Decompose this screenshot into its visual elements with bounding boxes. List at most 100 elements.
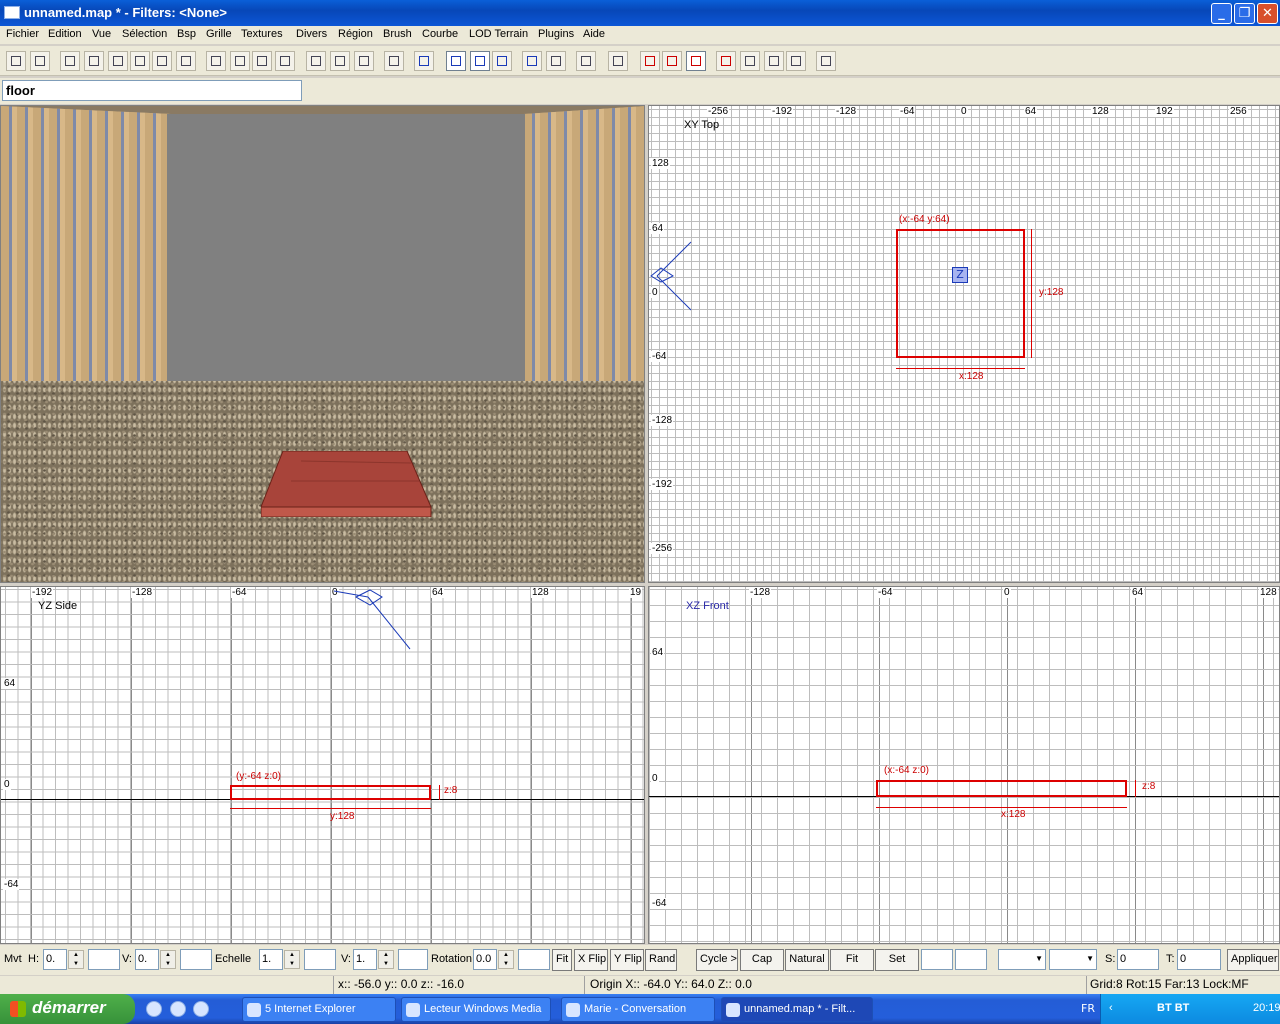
show-entities-icon[interactable] (764, 51, 784, 71)
csg-merge-icon[interactable] (330, 51, 350, 71)
v-shift-step-field[interactable] (180, 949, 212, 970)
open-icon[interactable] (6, 51, 26, 71)
close-button[interactable]: ✕ (1257, 3, 1278, 24)
app-icon[interactable] (4, 6, 20, 19)
xz-front-viewport[interactable]: XZ Front -128 -64 0 64 128 64 0 -64 (x:-… (648, 586, 1280, 944)
eye-icon[interactable] (816, 51, 836, 71)
menu-textures[interactable]: Textures (241, 28, 283, 40)
menu-plugins[interactable]: Plugins (538, 28, 574, 40)
patch-dropdown-2[interactable] (1049, 949, 1097, 970)
rotate-tool-icon[interactable] (522, 51, 542, 71)
rotation-step-field[interactable] (518, 949, 550, 970)
show-names-icon[interactable] (786, 51, 806, 71)
yz-side-viewport[interactable]: YZ Side -192 -128 -64 0 64 128 19 64 0 -… (0, 586, 645, 944)
menu-vue[interactable]: Vue (92, 28, 111, 40)
plugin-icon[interactable] (740, 51, 760, 71)
minimize-button[interactable]: _ (1211, 3, 1232, 24)
scale-h-field[interactable]: 1. (259, 949, 283, 970)
menu-brush[interactable]: Brush (383, 28, 412, 40)
t-field[interactable]: 0 (1177, 949, 1221, 970)
task-internet-explorer[interactable]: 5 Internet Explorer (242, 997, 396, 1022)
patch-width-field[interactable] (921, 949, 953, 970)
v-shift-spinner[interactable]: ▲ ▼ (160, 950, 176, 969)
flip-x-icon[interactable] (60, 51, 80, 71)
task-radiant[interactable]: unnamed.map * - Filt... (721, 997, 873, 1022)
rotate-x-icon[interactable] (84, 51, 104, 71)
scale-y-icon[interactable] (608, 51, 628, 71)
rand-button[interactable]: Rand (645, 949, 677, 971)
csg-subtract-icon[interactable] (306, 51, 326, 71)
scale-h-step-field[interactable] (304, 949, 336, 970)
brush-block-3d[interactable] (261, 451, 433, 517)
z-marker-icon[interactable]: Z (952, 267, 968, 283)
cube-clip-icon[interactable] (492, 51, 512, 71)
natural-button[interactable]: Natural (785, 949, 829, 971)
x-flip-button[interactable]: X Flip (574, 949, 608, 971)
scale-h-spinner[interactable]: ▲ ▼ (284, 950, 300, 969)
fit-button[interactable]: Fit (552, 949, 572, 971)
cap-button[interactable]: Cap (740, 949, 784, 971)
rotate-y-icon[interactable] (130, 51, 150, 71)
menu-region[interactable]: Région (338, 28, 373, 40)
set-button[interactable]: Set (875, 949, 919, 971)
rotation-field[interactable]: 0.0 (473, 949, 497, 970)
selected-brush-outline[interactable] (896, 229, 1025, 358)
h-shift-spinner[interactable]: ▲ ▼ (68, 950, 84, 969)
menu-lod-terrain[interactable]: LOD Terrain (469, 28, 528, 40)
xy-top-viewport[interactable]: XY Top -256 -192 -128 -64 0 64 128 192 2… (648, 105, 1280, 583)
texture-view-icon[interactable] (470, 51, 490, 71)
desktop-quicklaunch-icon[interactable] (146, 1001, 162, 1017)
select-touching-icon[interactable] (230, 51, 250, 71)
selected-brush-outline[interactable] (230, 785, 431, 800)
maximize-button[interactable]: ❐ (1234, 3, 1255, 24)
select-complete-icon[interactable] (206, 51, 226, 71)
language-indicator[interactable]: FR (1081, 1002, 1095, 1015)
select-inside-icon[interactable] (275, 51, 295, 71)
brush-icon[interactable] (686, 51, 706, 71)
camera-marker-icon[interactable] (326, 587, 416, 653)
rotation-spinner[interactable]: ▲ ▼ (498, 950, 514, 969)
clock[interactable]: 20:19 (1253, 1002, 1280, 1014)
texture-name-field[interactable] (2, 80, 302, 101)
menu-bsp[interactable]: Bsp (177, 28, 196, 40)
rotate-z-icon[interactable] (176, 51, 196, 71)
scale-z-icon[interactable] (640, 51, 660, 71)
clipper-icon[interactable] (384, 51, 404, 71)
menu-divers[interactable]: Divers (296, 28, 327, 40)
change-view-icon[interactable] (446, 51, 466, 71)
menu-grille[interactable]: Grille (206, 28, 232, 40)
patch-dropdown-1[interactable] (998, 949, 1046, 970)
tray-expand-icon[interactable]: ‹ (1109, 1002, 1113, 1014)
fit-patch-button[interactable]: Fit (830, 949, 874, 971)
media-player-quicklaunch-icon[interactable] (193, 1001, 209, 1017)
menu-courbe[interactable]: Courbe (422, 28, 458, 40)
h-shift-field[interactable]: 0. (43, 949, 67, 970)
selected-brush-outline[interactable] (876, 780, 1127, 797)
texture-lock-icon[interactable] (716, 51, 736, 71)
start-button[interactable]: démarrer (0, 994, 135, 1024)
flip-z-icon[interactable] (152, 51, 172, 71)
task-messenger[interactable]: Marie - Conversation (561, 997, 715, 1022)
scale-v-step-field[interactable] (398, 949, 428, 970)
select-partial-icon[interactable] (252, 51, 272, 71)
flip-y-icon[interactable] (108, 51, 128, 71)
menu-edition[interactable]: Edition (48, 28, 82, 40)
scale-x-icon[interactable] (576, 51, 596, 71)
patch-height-field[interactable] (955, 949, 987, 970)
camera-marker-icon[interactable] (649, 236, 699, 316)
v-shift-field[interactable]: 0. (135, 949, 159, 970)
h-shift-step-field[interactable] (88, 949, 120, 970)
menu-selection[interactable]: Sélection (122, 28, 167, 40)
camera-icon[interactable] (414, 51, 434, 71)
apply-button[interactable]: Appliquer (1227, 949, 1279, 971)
y-flip-button[interactable]: Y Flip (610, 949, 644, 971)
task-media-player[interactable]: Lecteur Windows Media (401, 997, 551, 1022)
menu-aide[interactable]: Aide (583, 28, 605, 40)
scale-v-spinner[interactable]: ▲ ▼ (378, 950, 394, 969)
s-field[interactable]: 0 (1117, 949, 1159, 970)
patch-icon[interactable] (662, 51, 682, 71)
hollow-icon[interactable] (354, 51, 374, 71)
bluetooth-tray-icon[interactable]: BT BT (1157, 1002, 1189, 1014)
scale-v-field[interactable]: 1. (353, 949, 377, 970)
menu-fichier[interactable]: Fichier (6, 28, 39, 40)
